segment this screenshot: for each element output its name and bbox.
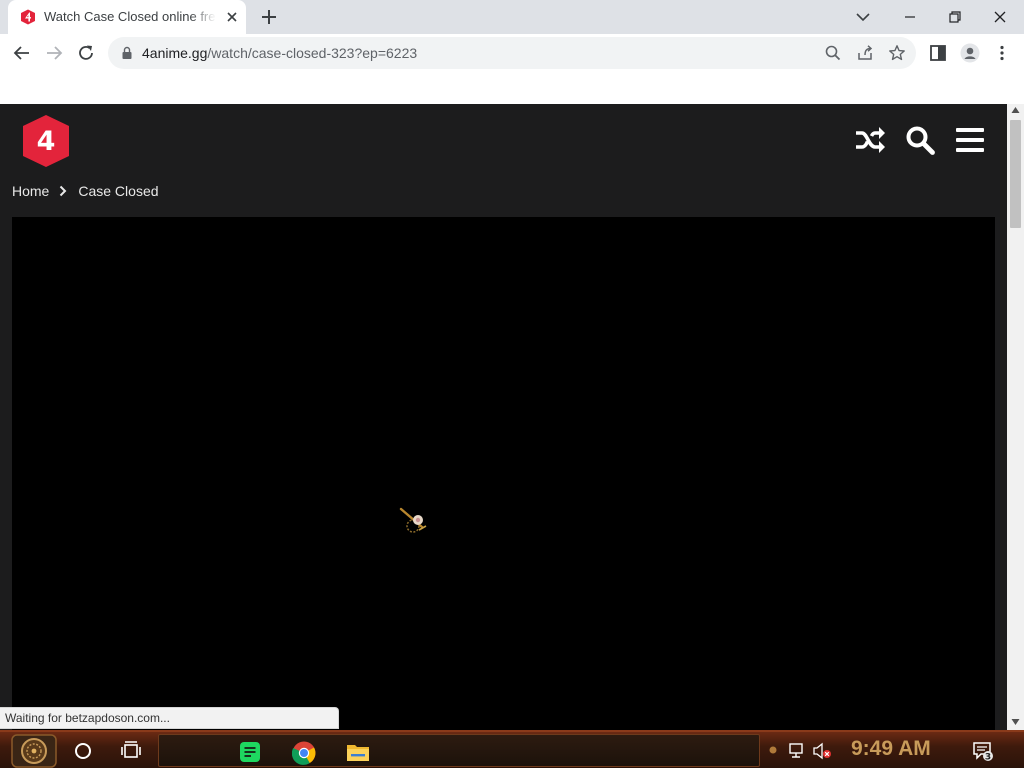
start-menu-icon[interactable]: [11, 734, 57, 768]
file-explorer-icon[interactable]: [346, 741, 370, 763]
breadcrumb-home[interactable]: Home: [12, 183, 49, 199]
taskbar-clock[interactable]: 9:49 AM: [851, 737, 951, 763]
shuffle-icon[interactable]: [854, 126, 886, 154]
breadcrumb-current: Case Closed: [78, 183, 159, 199]
forward-arrow-icon[interactable]: [44, 43, 64, 63]
task-view-icon[interactable]: [120, 741, 142, 761]
back-arrow-icon[interactable]: [12, 43, 32, 63]
tab-title: Watch Case Closed online free: [44, 9, 216, 24]
site-favicon-icon: [21, 9, 35, 25]
browser-tab[interactable]: Watch Case Closed online free: [8, 0, 246, 34]
site-logo-text: 4: [37, 126, 56, 157]
restore-icon[interactable]: [945, 7, 965, 27]
breadcrumb: Home Case Closed: [12, 181, 159, 201]
scrollbar-thumb[interactable]: [1010, 120, 1021, 228]
content-top-gap: [0, 72, 1024, 104]
web-page: 4 Home Case Closed: [0, 104, 1007, 730]
close-window-icon[interactable]: [990, 7, 1010, 27]
hamburger-menu-icon[interactable]: [955, 126, 985, 154]
notes-app-icon[interactable]: [239, 741, 261, 763]
side-panel-icon[interactable]: [928, 43, 948, 63]
chevron-right-icon: [60, 185, 67, 197]
volume-muted-icon[interactable]: [812, 742, 832, 760]
address-bar[interactable]: 4anime.gg/watch/case-closed-323?ep=6223: [108, 37, 916, 69]
browser-toolbar: 4anime.gg/watch/case-closed-323?ep=6223: [0, 34, 1024, 72]
profile-avatar-icon[interactable]: [960, 43, 980, 63]
tray-overflow-icon[interactable]: [768, 744, 778, 756]
status-bubble: Waiting for betzapdoson.com...: [0, 707, 339, 729]
reload-icon[interactable]: [76, 43, 96, 63]
share-icon[interactable]: [856, 44, 874, 62]
chevron-down-icon[interactable]: [853, 7, 873, 27]
network-icon[interactable]: [788, 742, 806, 760]
scroll-up-arrow-icon[interactable]: [1011, 106, 1020, 114]
site-logo[interactable]: 4: [21, 114, 71, 168]
url-text[interactable]: 4anime.gg/watch/case-closed-323?ep=6223: [142, 45, 417, 63]
notification-center-icon[interactable]: 3: [972, 740, 994, 762]
loading-cursor-icon: [399, 507, 427, 533]
site-logo-icon: 4: [23, 115, 69, 167]
close-tab-icon[interactable]: [224, 9, 240, 25]
url-path: /watch/case-closed-323?ep=6223: [207, 45, 418, 61]
video-player[interactable]: [12, 217, 995, 730]
lock-icon[interactable]: [120, 46, 134, 60]
bookmark-star-icon[interactable]: [888, 44, 906, 62]
search-icon[interactable]: [905, 125, 935, 155]
taskbar: 9:49 AM 3: [0, 730, 1024, 768]
more-vertical-icon[interactable]: [992, 43, 1012, 63]
notification-count: 3: [985, 753, 991, 763]
minimize-icon[interactable]: [900, 7, 920, 27]
tab-strip: Watch Case Closed online free: [0, 0, 1024, 34]
search-icon[interactable]: [824, 44, 842, 62]
url-host: 4anime.gg: [142, 45, 208, 61]
new-tab-icon[interactable]: [259, 7, 279, 27]
scroll-down-arrow-icon[interactable]: [1011, 718, 1020, 726]
chrome-icon[interactable]: [292, 741, 316, 765]
taskbar-apps: [158, 734, 760, 767]
page-scrollbar[interactable]: [1007, 104, 1024, 730]
cortana-icon[interactable]: [73, 741, 93, 761]
